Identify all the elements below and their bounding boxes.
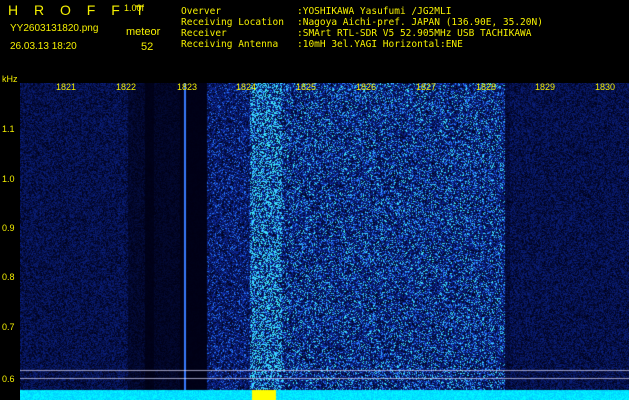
info-labels: Overver Receiving Location Receiver Rece… [181, 7, 284, 51]
x-tick-label: 1821 [56, 82, 77, 92]
y-tick-label: 0.7 [2, 322, 15, 332]
x-tick-label: 1829 [535, 82, 556, 92]
datetime-label: 26.03.13 18:20 [10, 41, 77, 52]
hroft-window: H R O F F T 1.00f YY2603131820.png meteo… [0, 0, 629, 400]
info-values: :YOSHIKAWA Yasufumi /JG2MLI :Nagoya Aich… [297, 7, 543, 51]
x-tick-label: 1828 [476, 82, 497, 92]
info-label-antenna: Receiving Antenna [181, 39, 279, 50]
x-tick-label: 1827 [416, 82, 437, 92]
x-tick-label: 1824 [236, 82, 257, 92]
spectrogram-canvas [20, 83, 629, 400]
y-tick-label: 0.8 [2, 272, 15, 282]
x-tick-label: 1830 [595, 82, 616, 92]
meteor-count: 52 [141, 41, 154, 53]
y-tick-label: 1.1 [2, 124, 15, 134]
x-tick-label: 1823 [177, 82, 198, 92]
filename-label: YY2603131820.png [10, 23, 99, 34]
unit-label: kHz [2, 74, 18, 84]
y-tick-label: 0.9 [2, 223, 15, 233]
meteor-label: meteor [126, 26, 161, 38]
x-tick-label: 1822 [116, 82, 137, 92]
x-tick-label: 1825 [296, 82, 317, 92]
y-tick-label: 0.6 [2, 374, 15, 384]
y-tick-label: 1.0 [2, 174, 15, 184]
info-value-antenna: :10mH 3el.YAGI Horizontal:ENE [297, 39, 463, 50]
version-label: 1.00f [124, 3, 145, 13]
x-tick-label: 1826 [356, 82, 377, 92]
